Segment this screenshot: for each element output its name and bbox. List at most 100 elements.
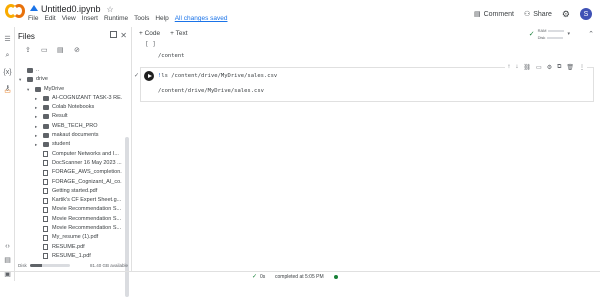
files-title: Files bbox=[18, 32, 35, 41]
file-icon bbox=[43, 253, 48, 260]
delete-icon[interactable]: 🗑 bbox=[566, 64, 574, 71]
file-row[interactable]: Computer Networks and I... bbox=[19, 150, 127, 159]
folder-row[interactable]: ▸ Result bbox=[19, 112, 127, 121]
folder-row[interactable]: ▾ drive bbox=[19, 75, 127, 84]
folder-row[interactable]: ▸ student bbox=[19, 140, 127, 149]
mirror-cell-icon[interactable]: ⧉ bbox=[557, 64, 561, 71]
close-icon[interactable]: ✕ bbox=[120, 31, 127, 40]
menu-file[interactable]: File bbox=[28, 15, 38, 22]
popout-icon[interactable] bbox=[110, 31, 117, 38]
resources-indicator[interactable]: ✓ RAM Disk ▾ bbox=[529, 28, 570, 40]
chevron-down-icon[interactable]: ▾ bbox=[19, 75, 21, 84]
folder-icon bbox=[43, 123, 49, 129]
menu-icon[interactable]: ☰ bbox=[3, 35, 12, 44]
file-row[interactable]: FORAGE_Cognizant_AI_co... bbox=[19, 178, 127, 187]
folder-icon bbox=[43, 95, 49, 101]
tree-item-label: Kartik's CF Expert Sheet.g... bbox=[52, 197, 122, 204]
file-row[interactable]: Movie Recommendation S... bbox=[19, 215, 127, 224]
run-cell-button[interactable] bbox=[144, 71, 154, 81]
folder-row[interactable]: ▾ MyDrive bbox=[19, 85, 127, 94]
title-row: Untitled0.ipynb ☆ bbox=[30, 4, 114, 14]
file-row[interactable]: Getting started.pdf bbox=[19, 187, 127, 196]
notebook-toolbar: + Code + Text bbox=[139, 30, 188, 37]
folder-row[interactable]: ▸ WEB_TECH_PRO bbox=[19, 122, 127, 131]
tree-item-label: WEB_TECH_PRO bbox=[52, 122, 98, 129]
more-icon[interactable]: ⋮ bbox=[579, 64, 585, 71]
file-row[interactable]: RESUME_1.pdf bbox=[19, 252, 127, 261]
menu-view[interactable]: View bbox=[62, 15, 76, 22]
menu-edit[interactable]: Edit bbox=[44, 15, 55, 22]
command-palette-icon[interactable]: ▤ bbox=[3, 256, 12, 265]
status-text[interactable]: completed at 5:05 PM bbox=[275, 274, 324, 280]
folder-icon bbox=[43, 105, 49, 111]
file-icon bbox=[43, 188, 48, 195]
chevron-right-icon[interactable]: ▸ bbox=[35, 122, 37, 131]
variables-icon[interactable]: {x} bbox=[3, 68, 12, 77]
share-button[interactable]: ⚇ Share bbox=[524, 10, 552, 19]
new-folder-icon[interactable]: ▭ bbox=[41, 46, 50, 54]
folder-icon[interactable]: ▭ bbox=[3, 87, 12, 96]
files-panel: Files ✕ ⇪ ▭ ▤ ⊘ .. ▾ drive ▾ MyDrive ▸ AI-COGN… bbox=[15, 27, 132, 297]
folder-row[interactable]: ▸ Colab Notebooks bbox=[19, 103, 127, 112]
notebook-area: + Code + Text ✓ RAM Disk ▾ ⌃ [ ] /conten… bbox=[133, 27, 600, 271]
colab-logo-icon[interactable] bbox=[5, 4, 25, 18]
avatar[interactable]: S bbox=[580, 8, 592, 20]
file-row[interactable]: My_resume (1).pdf bbox=[19, 233, 127, 242]
gear-icon[interactable]: ⚙ bbox=[562, 9, 570, 20]
file-row[interactable]: DocScanner 16 May 2023 ... bbox=[19, 159, 127, 168]
tree-item-label: Result bbox=[52, 113, 68, 120]
settings-icon[interactable]: ⚙ bbox=[547, 64, 552, 71]
add-text-button[interactable]: + Text bbox=[170, 30, 187, 37]
hide-files-icon[interactable]: ⊘ bbox=[74, 46, 83, 54]
file-icon bbox=[43, 169, 48, 176]
cell-toolbar: ↑ ↓ ⛓ ▭ ⚙ ⧉ 🗑 ⋮ bbox=[505, 64, 587, 71]
cell-code-text: ls /content/drive/MyDrive/sales.csv bbox=[161, 73, 278, 79]
chevron-down-icon[interactable]: ▾ bbox=[27, 85, 29, 94]
file-row[interactable]: Movie Recommendation S... bbox=[19, 205, 127, 214]
previous-cell-bracket: [ ] bbox=[145, 41, 156, 48]
notebook-title[interactable]: Untitled0.ipynb bbox=[41, 4, 101, 14]
menu-tools[interactable]: Tools bbox=[134, 15, 149, 22]
move-up-icon[interactable]: ↑ bbox=[507, 64, 510, 71]
file-row[interactable]: FORAGE_AWS_completion... bbox=[19, 168, 127, 177]
cell-output: /content/drive/MyDrive/sales.csv bbox=[158, 88, 264, 94]
file-row[interactable]: Kartik's CF Expert Sheet.g... bbox=[19, 196, 127, 205]
folder-row[interactable]: ▸ makaut documents bbox=[19, 131, 127, 140]
cell-code[interactable]: !ls /content/drive/MyDrive/sales.csv bbox=[158, 73, 277, 79]
tree-item-label: Movie Recommendation S... bbox=[52, 215, 122, 222]
chevron-right-icon[interactable]: ▸ bbox=[35, 131, 37, 140]
code-snippets-icon[interactable]: ‹› bbox=[3, 242, 12, 251]
folder-icon bbox=[35, 86, 41, 92]
chevron-right-icon[interactable]: ▸ bbox=[35, 112, 37, 121]
chevron-right-icon[interactable]: ▸ bbox=[35, 94, 37, 103]
file-row[interactable]: Movie Recommendation S... bbox=[19, 224, 127, 233]
comment-button[interactable]: ▤ Comment bbox=[474, 10, 514, 19]
top-right-actions: ▤ Comment ⚇ Share ⚙ S bbox=[474, 8, 592, 20]
comment-cell-icon[interactable]: ▭ bbox=[536, 64, 542, 71]
folder-row[interactable]: .. bbox=[19, 66, 127, 75]
link-icon[interactable]: ⛓ bbox=[523, 64, 531, 71]
chevron-right-icon[interactable]: ▸ bbox=[35, 103, 37, 112]
tree-item-label: DocScanner 16 May 2023 ... bbox=[52, 159, 122, 166]
add-code-button[interactable]: + Code bbox=[139, 30, 160, 37]
mount-drive-icon[interactable]: ▤ bbox=[57, 46, 66, 54]
status-bar: ✓ 0s completed at 5:05 PM bbox=[0, 271, 600, 281]
star-icon[interactable]: ☆ bbox=[107, 5, 114, 14]
menu-help[interactable]: Help bbox=[155, 15, 168, 22]
collapse-icon[interactable]: ⌃ bbox=[588, 30, 594, 38]
menu-bar: File Edit View Insert Runtime Tools Help… bbox=[28, 15, 233, 22]
folder-row[interactable]: ▸ AI-COGNIZANT TASK-3 RE... bbox=[19, 94, 127, 103]
menu-runtime[interactable]: Runtime bbox=[104, 15, 128, 22]
move-down-icon[interactable]: ↓ bbox=[515, 64, 518, 71]
chevron-down-icon[interactable]: ▾ bbox=[567, 31, 570, 37]
file-row[interactable]: RESUME.pdf bbox=[19, 243, 127, 252]
upload-file-icon[interactable]: ⇪ bbox=[25, 46, 34, 54]
save-status[interactable]: All changes saved bbox=[175, 15, 228, 22]
tree-item-label: makaut documents bbox=[52, 132, 99, 139]
chevron-right-icon[interactable]: ▸ bbox=[35, 140, 37, 149]
menu-insert[interactable]: Insert bbox=[82, 15, 98, 22]
search-icon[interactable]: ⌕ bbox=[3, 51, 12, 60]
disk-usage: Disk 81.40 GB available bbox=[18, 263, 128, 268]
left-rail: ☰ ⌕ {x} ⚷ ▭ ‹› ▤ ▣ bbox=[0, 27, 15, 281]
tree-item-label: MyDrive bbox=[44, 85, 65, 92]
